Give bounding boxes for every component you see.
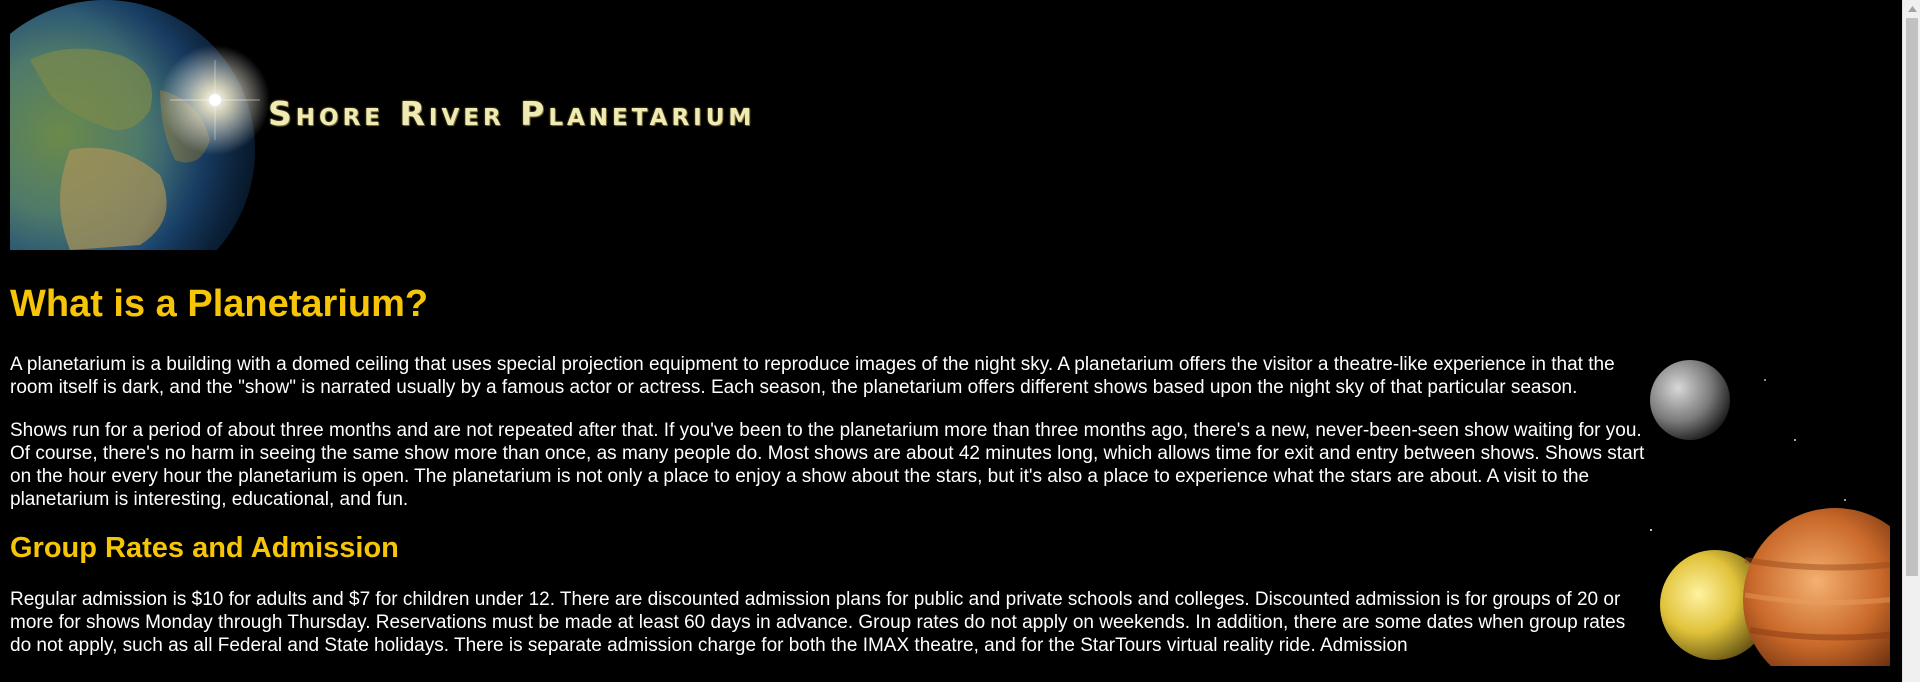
header-banner: Shore River Planetarium bbox=[10, 0, 900, 250]
site-title: Shore River Planetarium bbox=[268, 94, 756, 133]
intro-paragraph: A planetarium is a building with a domed… bbox=[10, 354, 1615, 399]
triangle-up-icon[interactable] bbox=[1903, 0, 1920, 17]
scrollbar-thumb[interactable] bbox=[1906, 18, 1918, 576]
shows-paragraph: Shows run for a period of about three mo… bbox=[10, 419, 1645, 511]
vertical-scrollbar[interactable] bbox=[1902, 0, 1920, 682]
admission-paragraph: Regular admission is $10 for adults and … bbox=[10, 588, 1626, 657]
main-content: What is a Planetarium? A planetarium is … bbox=[10, 250, 1650, 658]
page-viewport: Shore River Planetarium What is a Planet… bbox=[0, 0, 1902, 682]
page-heading: What is a Planetarium? bbox=[10, 283, 429, 325]
section-heading-group-rates: Group Rates and Admission bbox=[10, 531, 399, 564]
planets-image bbox=[1645, 350, 1890, 666]
